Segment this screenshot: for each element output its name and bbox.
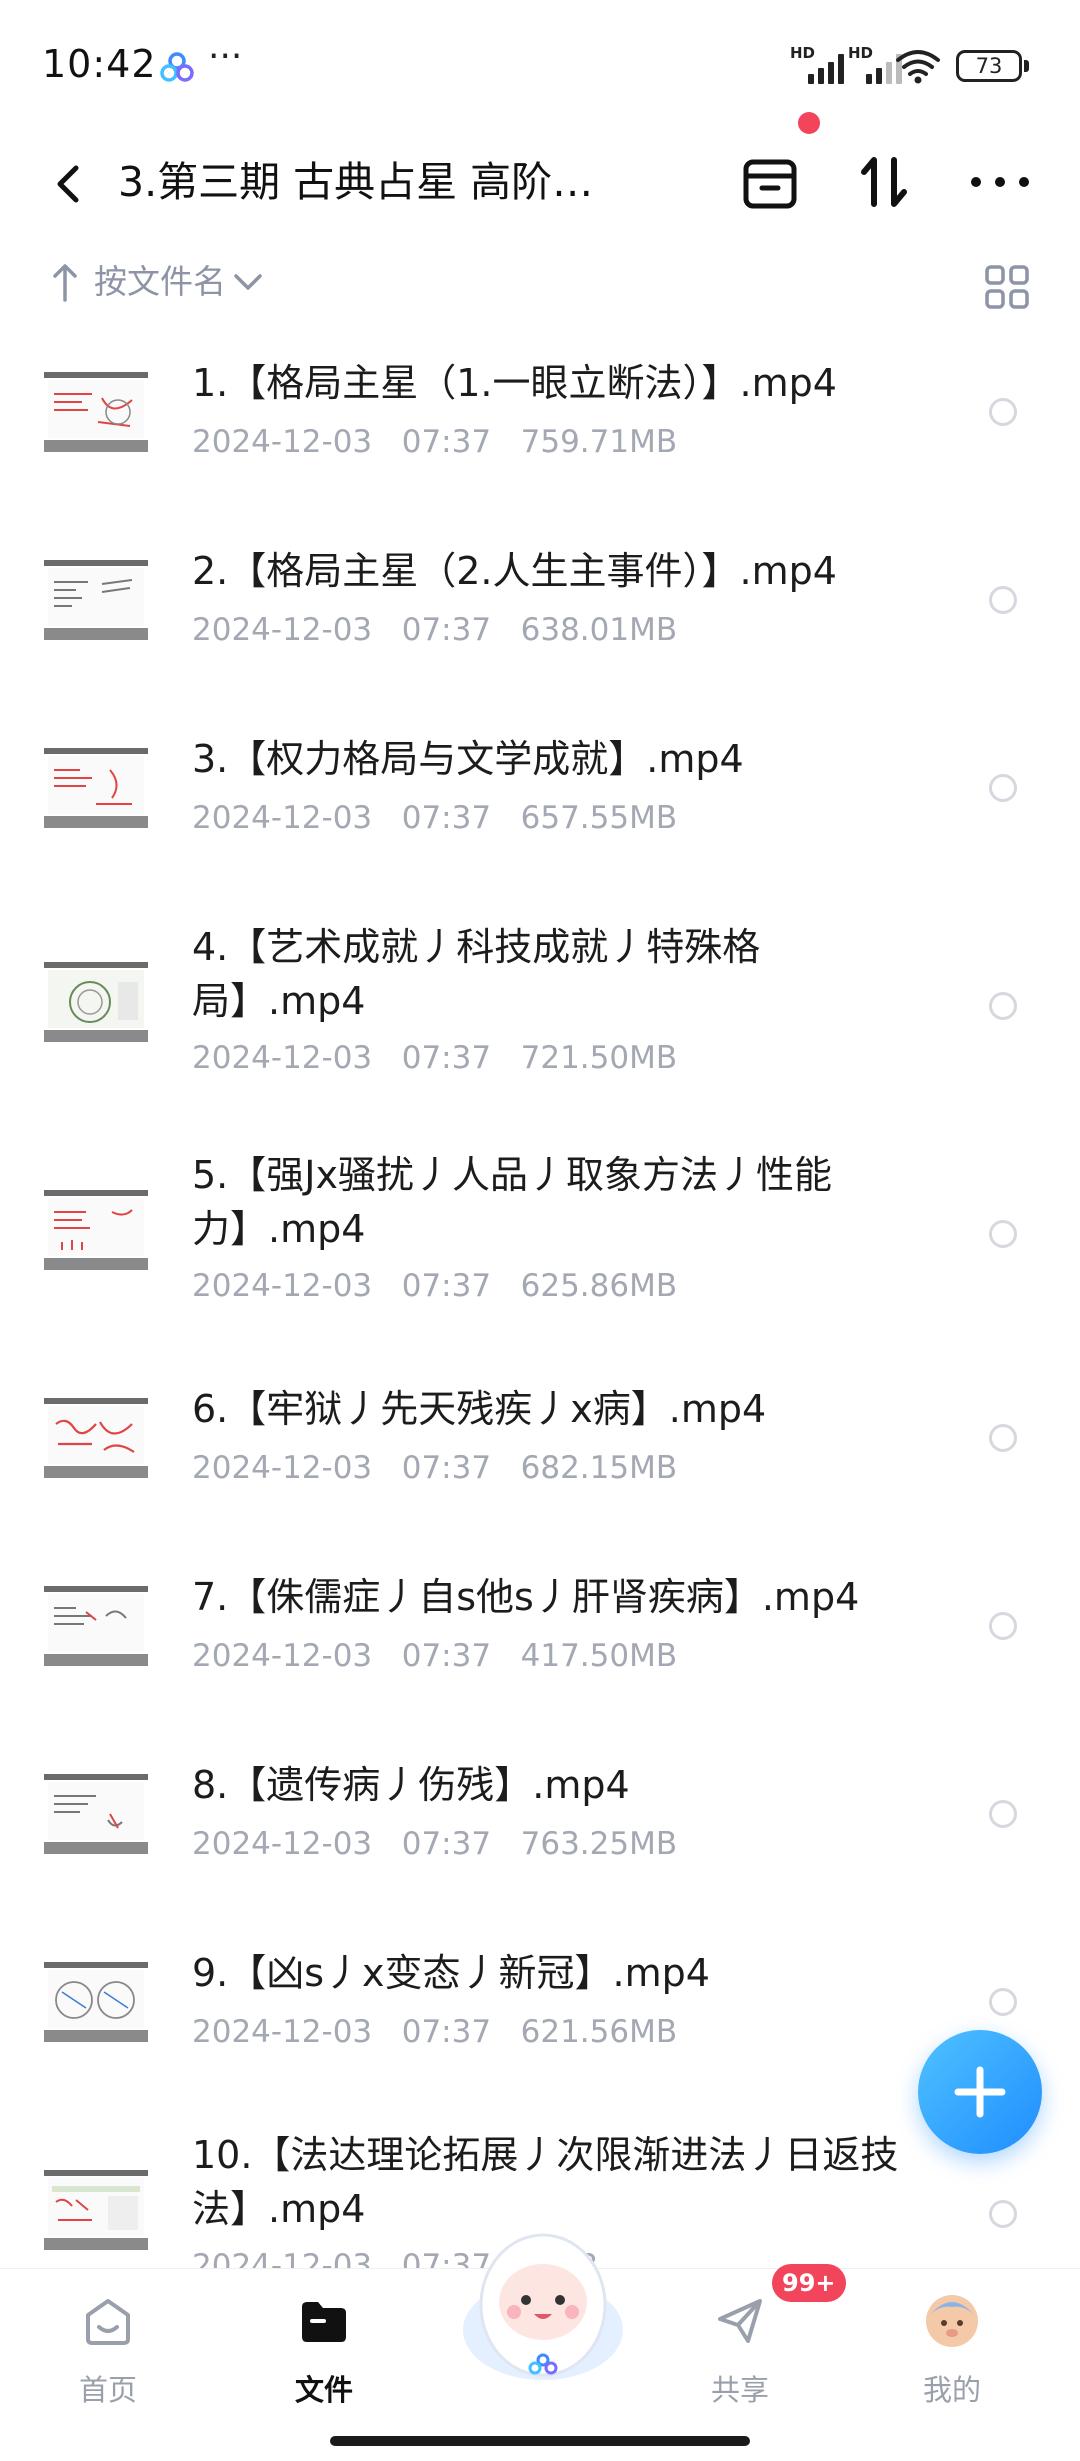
app-icon (160, 52, 194, 82)
battery-level: 73 (975, 54, 1003, 78)
sort-bar[interactable]: 按文件名 (0, 250, 1080, 320)
nav-item-files[interactable]: 文件 (254, 2269, 394, 2419)
select-checkbox[interactable] (989, 1424, 1017, 1452)
list-item[interactable]: 1.【格局主星（1.一眼立断法）】.mp4 2024-12-03 07:37 7… (0, 350, 1080, 510)
select-checkbox[interactable] (989, 1988, 1017, 2016)
nav-label: 共享 (710, 2373, 769, 2407)
file-name: 2.【格局主星（2.人生主事件）】.mp4 (192, 549, 837, 593)
nav-item-home[interactable]: 首页 (38, 2269, 178, 2419)
chevron-down-icon (234, 274, 262, 290)
back-icon[interactable] (44, 156, 96, 212)
file-name: 8.【遗传病丿伤残】.mp4 (192, 1763, 630, 1807)
grid-view-icon[interactable] (984, 264, 1030, 310)
list-item[interactable]: 8.【遗传病丿伤残】.mp4 2024-12-03 07:37 763.25MB (0, 1752, 1080, 1912)
list-item[interactable]: 7.【侏儒症丿自s他s丿肝肾疾病】.mp4 2024-12-03 07:37 4… (0, 1564, 1080, 1724)
video-thumbnail (44, 1574, 148, 1678)
send-icon (718, 2299, 762, 2343)
file-meta: 2024-12-03 07:37 638.01MB (192, 612, 678, 648)
nav-label: 我的 (922, 2373, 981, 2407)
battery-icon: 73 (956, 50, 1034, 84)
select-checkbox[interactable] (989, 1612, 1017, 1640)
video-thumbnail (44, 548, 148, 652)
select-checkbox[interactable] (989, 2200, 1017, 2228)
header: 3.第三期 古典占星 高阶… (0, 130, 1080, 240)
status-bar: 10:42 ··· HD HD 73 (0, 0, 1080, 130)
nav-label: 首页 (78, 2373, 137, 2407)
file-name: 7.【侏儒症丿自s他s丿肝肾疾病】.mp4 (192, 1575, 860, 1619)
video-thumbnail (44, 736, 148, 840)
file-meta: 2024-12-03 07:37 721.50MB (192, 1040, 678, 1076)
file-name: 3.【权力格局与文学成就】.mp4 (192, 737, 744, 781)
inbox-icon[interactable] (730, 142, 810, 222)
plus-icon (954, 2066, 1006, 2118)
sort-label[interactable]: 按文件名 (94, 260, 226, 304)
list-item[interactable]: 5.【强Jx骚扰丿人品丿取象方法丿性能力】.mp4 2024-12-03 07:… (0, 1148, 1080, 1348)
file-meta: 2024-12-03 07:37 625.86MB (192, 1268, 678, 1304)
video-thumbnail (44, 1762, 148, 1866)
add-button[interactable] (918, 2030, 1042, 2154)
file-name: 1.【格局主星（1.一眼立断法）】.mp4 (192, 361, 837, 405)
nav-item-profile[interactable]: 我的 (882, 2269, 1022, 2419)
select-checkbox[interactable] (989, 398, 1017, 426)
file-name: 5.【强Jx骚扰丿人品丿取象方法丿性能力】.mp4 (192, 1153, 832, 1251)
status-more-icon: ··· (208, 36, 243, 77)
file-meta: 2024-12-03 07:37 621.56MB (192, 2014, 678, 2050)
file-meta: 2024-12-03 07:37 763.25MB (192, 1826, 678, 1862)
page-title: 3.第三期 古典占星 高阶… (118, 158, 594, 206)
video-thumbnail (44, 950, 148, 1054)
more-icon[interactable] (960, 142, 1040, 222)
list-item[interactable]: 4.【艺术成就丿科技成就丿特殊格局】.mp4 2024-12-03 07:37 … (0, 920, 1080, 1120)
select-checkbox[interactable] (989, 1800, 1017, 1828)
video-thumbnail (44, 1386, 148, 1490)
wifi-icon (896, 50, 940, 84)
notification-badge: 99+ (772, 2264, 846, 2302)
file-name: 4.【艺术成就丿科技成就丿特殊格局】.mp4 (192, 925, 761, 1023)
select-checkbox[interactable] (989, 586, 1017, 614)
signal-icon: HD (790, 44, 856, 84)
transfer-icon[interactable] (844, 142, 924, 222)
file-meta: 2024-12-03 07:37 682.15MB (192, 1450, 678, 1486)
avatar-icon (926, 2295, 978, 2347)
list-item[interactable]: 6.【牢狱丿先天残疾丿x病】.mp4 2024-12-03 07:37 682.… (0, 1376, 1080, 1536)
status-time: 10:42 (42, 42, 157, 86)
video-thumbnail (44, 1950, 148, 2054)
nav-label: 文件 (294, 2373, 353, 2407)
select-checkbox[interactable] (989, 992, 1017, 1020)
list-item[interactable]: 2.【格局主星（2.人生主事件）】.mp4 2024-12-03 07:37 6… (0, 538, 1080, 698)
video-thumbnail (44, 360, 148, 464)
mascot-icon[interactable] (438, 2210, 648, 2400)
home-icon (86, 2299, 130, 2345)
folder-icon (302, 2302, 346, 2342)
select-checkbox[interactable] (989, 1220, 1017, 1248)
notification-dot (798, 112, 820, 134)
file-meta: 2024-12-03 07:37 657.55MB (192, 800, 678, 836)
file-meta: 2024-12-03 07:37 759.71MB (192, 424, 678, 460)
list-item[interactable]: 3.【权力格局与文学成就】.mp4 2024-12-03 07:37 657.5… (0, 726, 1080, 886)
file-name: 9.【凶s丿x变态丿新冠】.mp4 (192, 1951, 710, 1995)
home-indicator (330, 2436, 750, 2446)
video-thumbnail (44, 2158, 148, 2262)
select-checkbox[interactable] (989, 774, 1017, 802)
video-thumbnail (44, 1178, 148, 1282)
file-name: 6.【牢狱丿先天残疾丿x病】.mp4 (192, 1387, 767, 1431)
file-meta: 2024-12-03 07:37 417.50MB (192, 1638, 678, 1674)
sort-arrow-icon (53, 264, 77, 302)
